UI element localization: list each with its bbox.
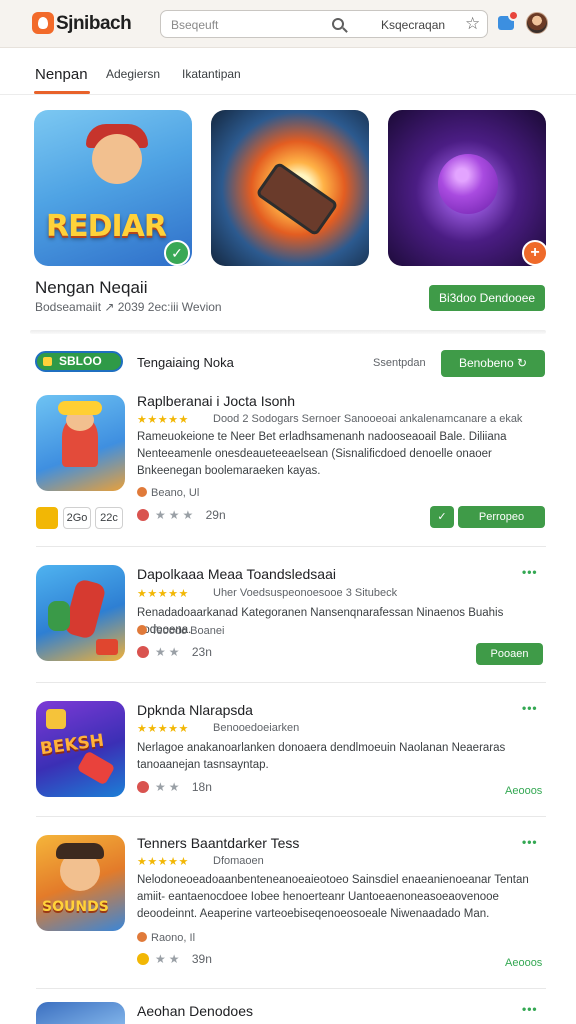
app-description: Rameuokeione te Neer Bet erladhsamenanh … <box>137 431 507 477</box>
rating-count: 39n <box>191 952 212 966</box>
plus-icon[interactable]: + <box>522 240 548 266</box>
tab-categories[interactable]: Adegiersn <box>106 67 160 81</box>
tab-top-charts[interactable]: Ikatantipan <box>182 67 241 81</box>
notification-icon[interactable] <box>498 10 519 30</box>
rating-count: 29n <box>205 508 226 522</box>
app-header: Sjnibach Ksqecraqan ☆ <box>0 0 576 48</box>
star-rating: ★★★★★ <box>137 856 189 868</box>
install-button[interactable]: Perropeo <box>458 506 545 528</box>
app-icon[interactable] <box>36 1002 125 1024</box>
logo-icon[interactable] <box>32 12 54 34</box>
creature-art <box>438 154 498 214</box>
row-divider <box>36 816 546 817</box>
app-title[interactable]: Raplberanai i Jocta Isonh <box>137 393 295 409</box>
rating-count: 23n <box>191 645 212 659</box>
rating-avatar-icon <box>137 509 149 521</box>
search-icon[interactable] <box>332 18 344 30</box>
add-icon[interactable]: ✓ <box>164 240 190 266</box>
app-description: Nelodoneoeadoaanbenteneanoeaieotoeo Sain… <box>137 874 529 920</box>
featured-card-3[interactable] <box>388 110 546 266</box>
get-link[interactable]: Aeooos <box>505 957 542 969</box>
section-tag[interactable]: SBLOO <box>35 351 123 372</box>
rating-row: ★★ 23n <box>137 645 212 659</box>
section-title: Tengaiaing Noka <box>137 355 234 370</box>
rating-row: ★★★ 29n <box>137 508 226 522</box>
rating-avatar-icon <box>137 646 149 658</box>
row-divider <box>36 988 546 989</box>
more-options-icon[interactable]: ••• <box>522 565 538 579</box>
search-label: Ksqecraqan <box>381 18 446 32</box>
wishlist-button[interactable]: ✓ <box>430 506 454 528</box>
app-icon[interactable] <box>36 395 125 491</box>
rating-avatar-icon <box>137 953 149 965</box>
star-icon[interactable]: ☆ <box>465 14 480 34</box>
notification-dot <box>508 10 519 21</box>
app-meta: Dood 2 Sodogars Sernoer Sanooeoai ankale… <box>213 413 523 425</box>
more-options-icon[interactable]: ••• <box>522 701 538 715</box>
mini-app-icon[interactable] <box>36 507 58 529</box>
app-title[interactable]: Dpknda Nlarapsda <box>137 702 253 718</box>
star-rating: ★★★★★ <box>137 414 189 426</box>
app-title[interactable]: Aeohan Denodoes <box>137 1003 253 1019</box>
more-options-icon[interactable]: ••• <box>522 1002 538 1016</box>
app-meta: Dfomaoen <box>213 855 264 867</box>
developer-name: Beano, Ul <box>137 487 199 499</box>
search-input[interactable] <box>171 16 321 34</box>
more-options-icon[interactable]: ••• <box>522 835 538 849</box>
featured-title: Nengan Neqaii <box>35 278 148 297</box>
row-divider <box>36 682 546 683</box>
search-bar[interactable]: Ksqecraqan ☆ <box>160 10 488 38</box>
rating-row: ★★ 39n <box>137 952 212 966</box>
app-meta: Benooedoeiarken <box>213 722 300 734</box>
brand-name[interactable]: Sjnibach <box>56 13 132 35</box>
featured-install-button[interactable]: Bi3doo Dendooee <box>429 285 545 311</box>
app-icon[interactable]: SOUNDS <box>36 835 125 931</box>
tag-chip[interactable]: 2Go <box>63 507 91 529</box>
section-see-more-link[interactable]: Ssentpdan <box>373 357 426 369</box>
app-title[interactable]: Tenners Baantdarker Tess <box>137 835 299 851</box>
star-rating: ★★★★★ <box>137 723 189 735</box>
featured-divider <box>30 330 546 334</box>
character-face <box>92 134 142 184</box>
install-button[interactable]: Pooaen <box>476 643 543 665</box>
featured-card-2[interactable] <box>211 110 369 266</box>
get-link[interactable]: Aeooos <box>505 785 542 797</box>
row-divider <box>36 546 546 547</box>
tab-divider <box>0 94 576 95</box>
featured-art-text: REDIAR <box>46 209 167 244</box>
star-rating: ★★★★★ <box>137 588 189 600</box>
avatar[interactable] <box>526 12 548 34</box>
developer-name: Raono, Il <box>137 932 195 944</box>
tag-chip[interactable]: 22c <box>95 507 123 529</box>
spaceship-art <box>255 161 339 237</box>
app-icon[interactable] <box>36 565 125 661</box>
rating-count: 18n <box>191 780 212 794</box>
tab-home[interactable]: Nenpan <box>35 66 88 83</box>
app-title[interactable]: Dapolkaaa Meaa Toandsledsaai <box>137 566 336 582</box>
rating-row: ★★ 18n <box>137 780 212 794</box>
rating-avatar-icon <box>137 781 149 793</box>
app-icon[interactable]: BEKSH <box>36 701 125 797</box>
featured-subtitle: Bodseamaiit ↗ 2039 2ec:iii Wevion <box>35 300 222 314</box>
developer-name: Teoodo Boanei <box>137 625 224 637</box>
section-action-button[interactable]: Benobeno ↻ <box>441 350 545 377</box>
app-description: Nerlagoe anakanoarlanken donoaera dendlm… <box>137 742 506 771</box>
app-meta: Uher Voedsuspeonoesooe 3 Situbeck <box>213 587 398 599</box>
